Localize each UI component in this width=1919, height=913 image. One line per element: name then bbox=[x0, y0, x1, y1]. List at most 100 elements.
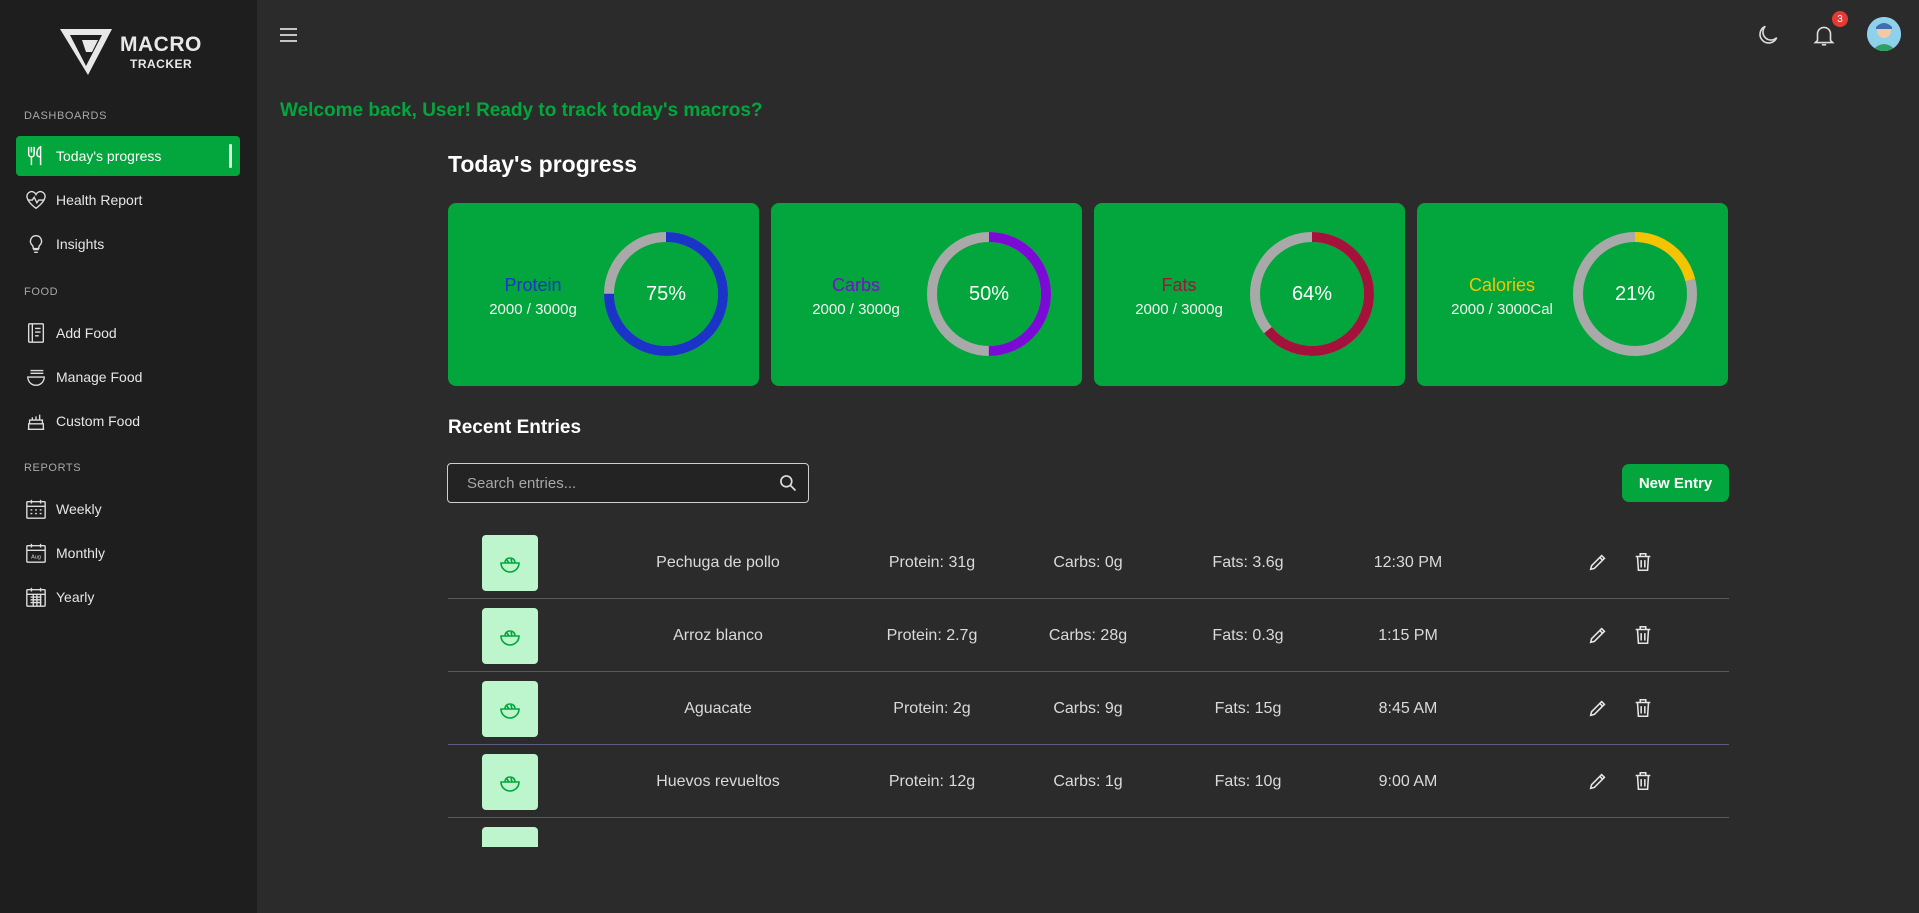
card-amount: 2000 / 3000Cal bbox=[1451, 301, 1553, 318]
list-item-partial bbox=[448, 818, 1729, 847]
list-item: Arroz blanco Protein: 2.7g Carbs: 28g Fa… bbox=[448, 599, 1729, 672]
entry-fats: Fats: 15g bbox=[1214, 700, 1282, 717]
food-bowl-icon bbox=[482, 608, 538, 664]
entry-fats: Fats: 10g bbox=[1214, 773, 1282, 790]
food-bowl-icon bbox=[482, 754, 538, 810]
delete-icon[interactable] bbox=[1632, 624, 1654, 646]
delete-icon[interactable] bbox=[1632, 697, 1654, 719]
sidebar: MACRO TRACKER DASHBOARDS Today's progres… bbox=[0, 0, 257, 913]
logo-title: MACRO bbox=[120, 33, 202, 56]
entry-protein: Protein: 2g bbox=[893, 700, 971, 717]
entry-name: Arroz blanco bbox=[673, 627, 763, 644]
sidebar-item-label: Weekly bbox=[56, 501, 102, 517]
card-percent: 21% bbox=[1614, 282, 1656, 305]
sidebar-item-yearly[interactable]: Yearly bbox=[16, 577, 240, 617]
sidebar-item-insights[interactable]: Insights bbox=[16, 224, 240, 264]
search-icon[interactable] bbox=[778, 473, 798, 493]
cake-icon bbox=[24, 409, 48, 433]
food-bowl-icon bbox=[482, 535, 538, 591]
entries-list: Pechuga de pollo Protein: 31g Carbs: 0g … bbox=[448, 526, 1729, 847]
sidebar-item-label: Add Food bbox=[56, 325, 117, 341]
section-title-recent-entries: Recent Entries bbox=[448, 417, 582, 438]
list-item: Pechuga de pollo Protein: 31g Carbs: 0g … bbox=[448, 526, 1729, 599]
edit-icon[interactable] bbox=[1587, 551, 1609, 573]
card-label: Fats bbox=[1161, 275, 1197, 295]
card-percent: 50% bbox=[968, 282, 1010, 305]
card-percent: 64% bbox=[1291, 282, 1333, 305]
section-title-food: FOOD bbox=[24, 286, 59, 298]
entry-time: 8:45 AM bbox=[1378, 700, 1438, 717]
entry-name: Aguacate bbox=[684, 700, 752, 717]
entry-fats: Fats: 3.6g bbox=[1212, 554, 1284, 571]
edit-icon[interactable] bbox=[1587, 624, 1609, 646]
sidebar-item-label: Manage Food bbox=[56, 369, 143, 385]
entry-name: Pechuga de pollo bbox=[656, 554, 780, 571]
sidebar-item-label: Yearly bbox=[56, 589, 95, 605]
progress-card-carbs: Carbs 2000 / 3000g 50% bbox=[771, 203, 1082, 386]
new-entry-button[interactable]: New Entry bbox=[1622, 464, 1729, 502]
entry-carbs: Carbs: 1g bbox=[1053, 773, 1123, 790]
entry-time: 1:15 PM bbox=[1378, 627, 1438, 644]
bowl-icon bbox=[24, 365, 48, 389]
delete-icon[interactable] bbox=[1632, 770, 1654, 792]
card-amount: 2000 / 3000g bbox=[489, 301, 577, 318]
card-label: Calories bbox=[1468, 275, 1536, 295]
page-title: Today's progress bbox=[448, 151, 638, 177]
sidebar-item-health-report[interactable]: Health Report bbox=[16, 180, 240, 220]
welcome-message: Welcome back, User! Ready to track today… bbox=[280, 100, 763, 121]
notebook-icon bbox=[24, 321, 48, 345]
utensils-icon bbox=[24, 144, 48, 168]
heart-pulse-icon bbox=[24, 188, 48, 212]
sidebar-item-label: Insights bbox=[56, 236, 105, 252]
calendar-week-icon bbox=[24, 497, 48, 521]
sidebar-item-weekly[interactable]: Weekly bbox=[16, 489, 240, 529]
entry-protein: Protein: 31g bbox=[888, 554, 976, 571]
progress-card-protein: Protein 2000 / 3000g 75% bbox=[448, 203, 759, 386]
app-logo[interactable]: MACRO TRACKER bbox=[58, 26, 202, 78]
progress-card-fats: Fats 2000 / 3000g 64% bbox=[1094, 203, 1405, 386]
food-bowl-icon bbox=[482, 827, 538, 847]
entry-time: 9:00 AM bbox=[1378, 773, 1438, 790]
logo-subtitle: TRACKER bbox=[130, 57, 193, 71]
progress-card-calories: Calories 2000 / 3000Cal 21% bbox=[1417, 203, 1728, 386]
calendar-year-icon bbox=[24, 585, 48, 609]
card-label: Carbs bbox=[831, 275, 880, 295]
entry-protein: Protein: 2.7g bbox=[886, 627, 978, 644]
entry-carbs: Carbs: 28g bbox=[1048, 627, 1128, 644]
avatar[interactable] bbox=[1867, 17, 1901, 51]
calendar-month-icon: Aug bbox=[24, 541, 48, 565]
entry-protein: Protein: 12g bbox=[888, 773, 976, 790]
sidebar-item-manage-food[interactable]: Manage Food bbox=[16, 357, 240, 397]
entry-name: Huevos revueltos bbox=[656, 773, 780, 790]
svg-text:Aug: Aug bbox=[31, 555, 41, 561]
bell-icon[interactable] bbox=[1811, 22, 1837, 48]
entry-carbs: Carbs: 9g bbox=[1053, 700, 1123, 717]
sidebar-item-label: Monthly bbox=[56, 545, 106, 561]
menu-icon[interactable] bbox=[277, 24, 301, 46]
notification-badge: 3 bbox=[1832, 11, 1848, 27]
entry-time: 12:30 PM bbox=[1373, 554, 1443, 571]
sidebar-item-custom-food[interactable]: Custom Food bbox=[16, 401, 240, 441]
list-item: Aguacate Protein: 2g Carbs: 9g Fats: 15g… bbox=[448, 672, 1729, 745]
edit-icon[interactable] bbox=[1587, 697, 1609, 719]
food-bowl-icon bbox=[482, 681, 538, 737]
entry-fats: Fats: 0.3g bbox=[1212, 627, 1284, 644]
card-amount: 2000 / 3000g bbox=[1135, 301, 1223, 318]
edit-icon[interactable] bbox=[1587, 770, 1609, 792]
section-title-reports: REPORTS bbox=[24, 462, 82, 474]
sidebar-item-monthly[interactable]: Aug Monthly bbox=[16, 533, 240, 573]
logo-icon bbox=[60, 29, 112, 75]
sidebar-item-add-food[interactable]: Add Food bbox=[16, 313, 240, 353]
sidebar-item-todays-progress[interactable]: Today's progress bbox=[16, 136, 240, 176]
moon-icon[interactable] bbox=[1755, 22, 1781, 48]
card-amount: 2000 / 3000g bbox=[812, 301, 900, 318]
search-input[interactable] bbox=[448, 464, 768, 502]
delete-icon[interactable] bbox=[1632, 551, 1654, 573]
sidebar-item-label: Today's progress bbox=[56, 148, 162, 164]
sidebar-item-label: Health Report bbox=[56, 192, 143, 208]
lightbulb-icon bbox=[24, 232, 48, 256]
section-title-dashboards: DASHBOARDS bbox=[24, 110, 108, 122]
search-box bbox=[447, 463, 809, 503]
sidebar-item-label: Custom Food bbox=[56, 413, 141, 429]
card-label: Protein bbox=[504, 275, 562, 295]
